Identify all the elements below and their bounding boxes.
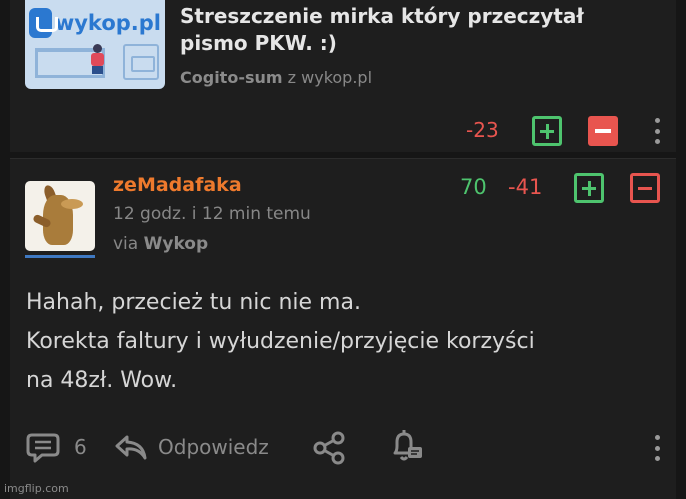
- comment-votes-down: -41: [508, 175, 543, 199]
- share-icon[interactable]: [312, 431, 348, 465]
- avatar[interactable]: [25, 181, 95, 251]
- avatar-underline: [25, 255, 95, 258]
- minus-square-icon: [588, 116, 618, 146]
- reply-arrow-icon[interactable]: [113, 431, 149, 463]
- plus-square-icon: [574, 173, 604, 203]
- illustration-person: [89, 44, 107, 74]
- comment-username[interactable]: zeMadafaka: [113, 174, 242, 196]
- minus-square-icon: [630, 173, 660, 203]
- link-meta: Cogito-sum z wykop.pl: [180, 68, 372, 87]
- vertical-dots-icon: [652, 116, 662, 146]
- wykop-logo-text: wykop.pl: [54, 11, 161, 35]
- source-prefix: z: [287, 68, 297, 87]
- upvote-button[interactable]: [532, 116, 562, 146]
- comment-line: Korekta faltury i wyłudzenie/przyjęcie k…: [26, 329, 535, 354]
- reply-button[interactable]: Odpowiedz: [158, 435, 269, 459]
- comment-more-button[interactable]: [652, 433, 662, 463]
- link-thumbnail[interactable]: wykop.pl: [25, 0, 165, 89]
- via-app: Wykop: [143, 234, 209, 254]
- downvote-button[interactable]: [588, 116, 618, 146]
- comment-downvote-button[interactable]: [630, 173, 660, 203]
- watermark: imgflip.com: [4, 482, 69, 495]
- comment-line: na 48zł. Wow.: [26, 368, 178, 393]
- via-prefix: via: [113, 234, 139, 254]
- comment-votes-up: 70: [460, 175, 487, 199]
- wykop-logo: wykop.pl: [29, 6, 161, 40]
- link-author[interactable]: Cogito-sum: [180, 68, 283, 87]
- link-source: wykop.pl: [301, 68, 373, 87]
- comment-bubble-icon[interactable]: [26, 431, 62, 463]
- illustration-board: [123, 44, 159, 80]
- comment-upvote-button[interactable]: [574, 173, 604, 203]
- comment-action-bar: 6 Odpowiedz: [10, 429, 676, 465]
- comment-body: Hahah, przecież tu nic nie ma. Korekta f…: [26, 283, 666, 400]
- link-score: -23: [466, 118, 499, 142]
- screen: wykop.pl Streszczenie mirka który przecz…: [0, 0, 686, 499]
- more-options-button[interactable]: [652, 116, 662, 146]
- comment-card: zeMadafaka 12 godz. i 12 min temu via Wy…: [10, 158, 676, 499]
- comment-via: via Wykop: [113, 234, 208, 254]
- wykop-logo-icon: [29, 8, 58, 38]
- comment-timestamp[interactable]: 12 godz. i 12 min temu: [113, 204, 311, 224]
- link-card: wykop.pl Streszczenie mirka który przecz…: [10, 0, 676, 152]
- bell-icon[interactable]: [386, 429, 426, 465]
- vertical-dots-icon: [652, 433, 662, 463]
- comments-count[interactable]: 6: [74, 435, 87, 459]
- plus-square-icon: [532, 116, 562, 146]
- link-title[interactable]: Streszczenie mirka który przeczytał pism…: [180, 3, 620, 57]
- comment-line: Hahah, przecież tu nic nie ma.: [26, 290, 361, 315]
